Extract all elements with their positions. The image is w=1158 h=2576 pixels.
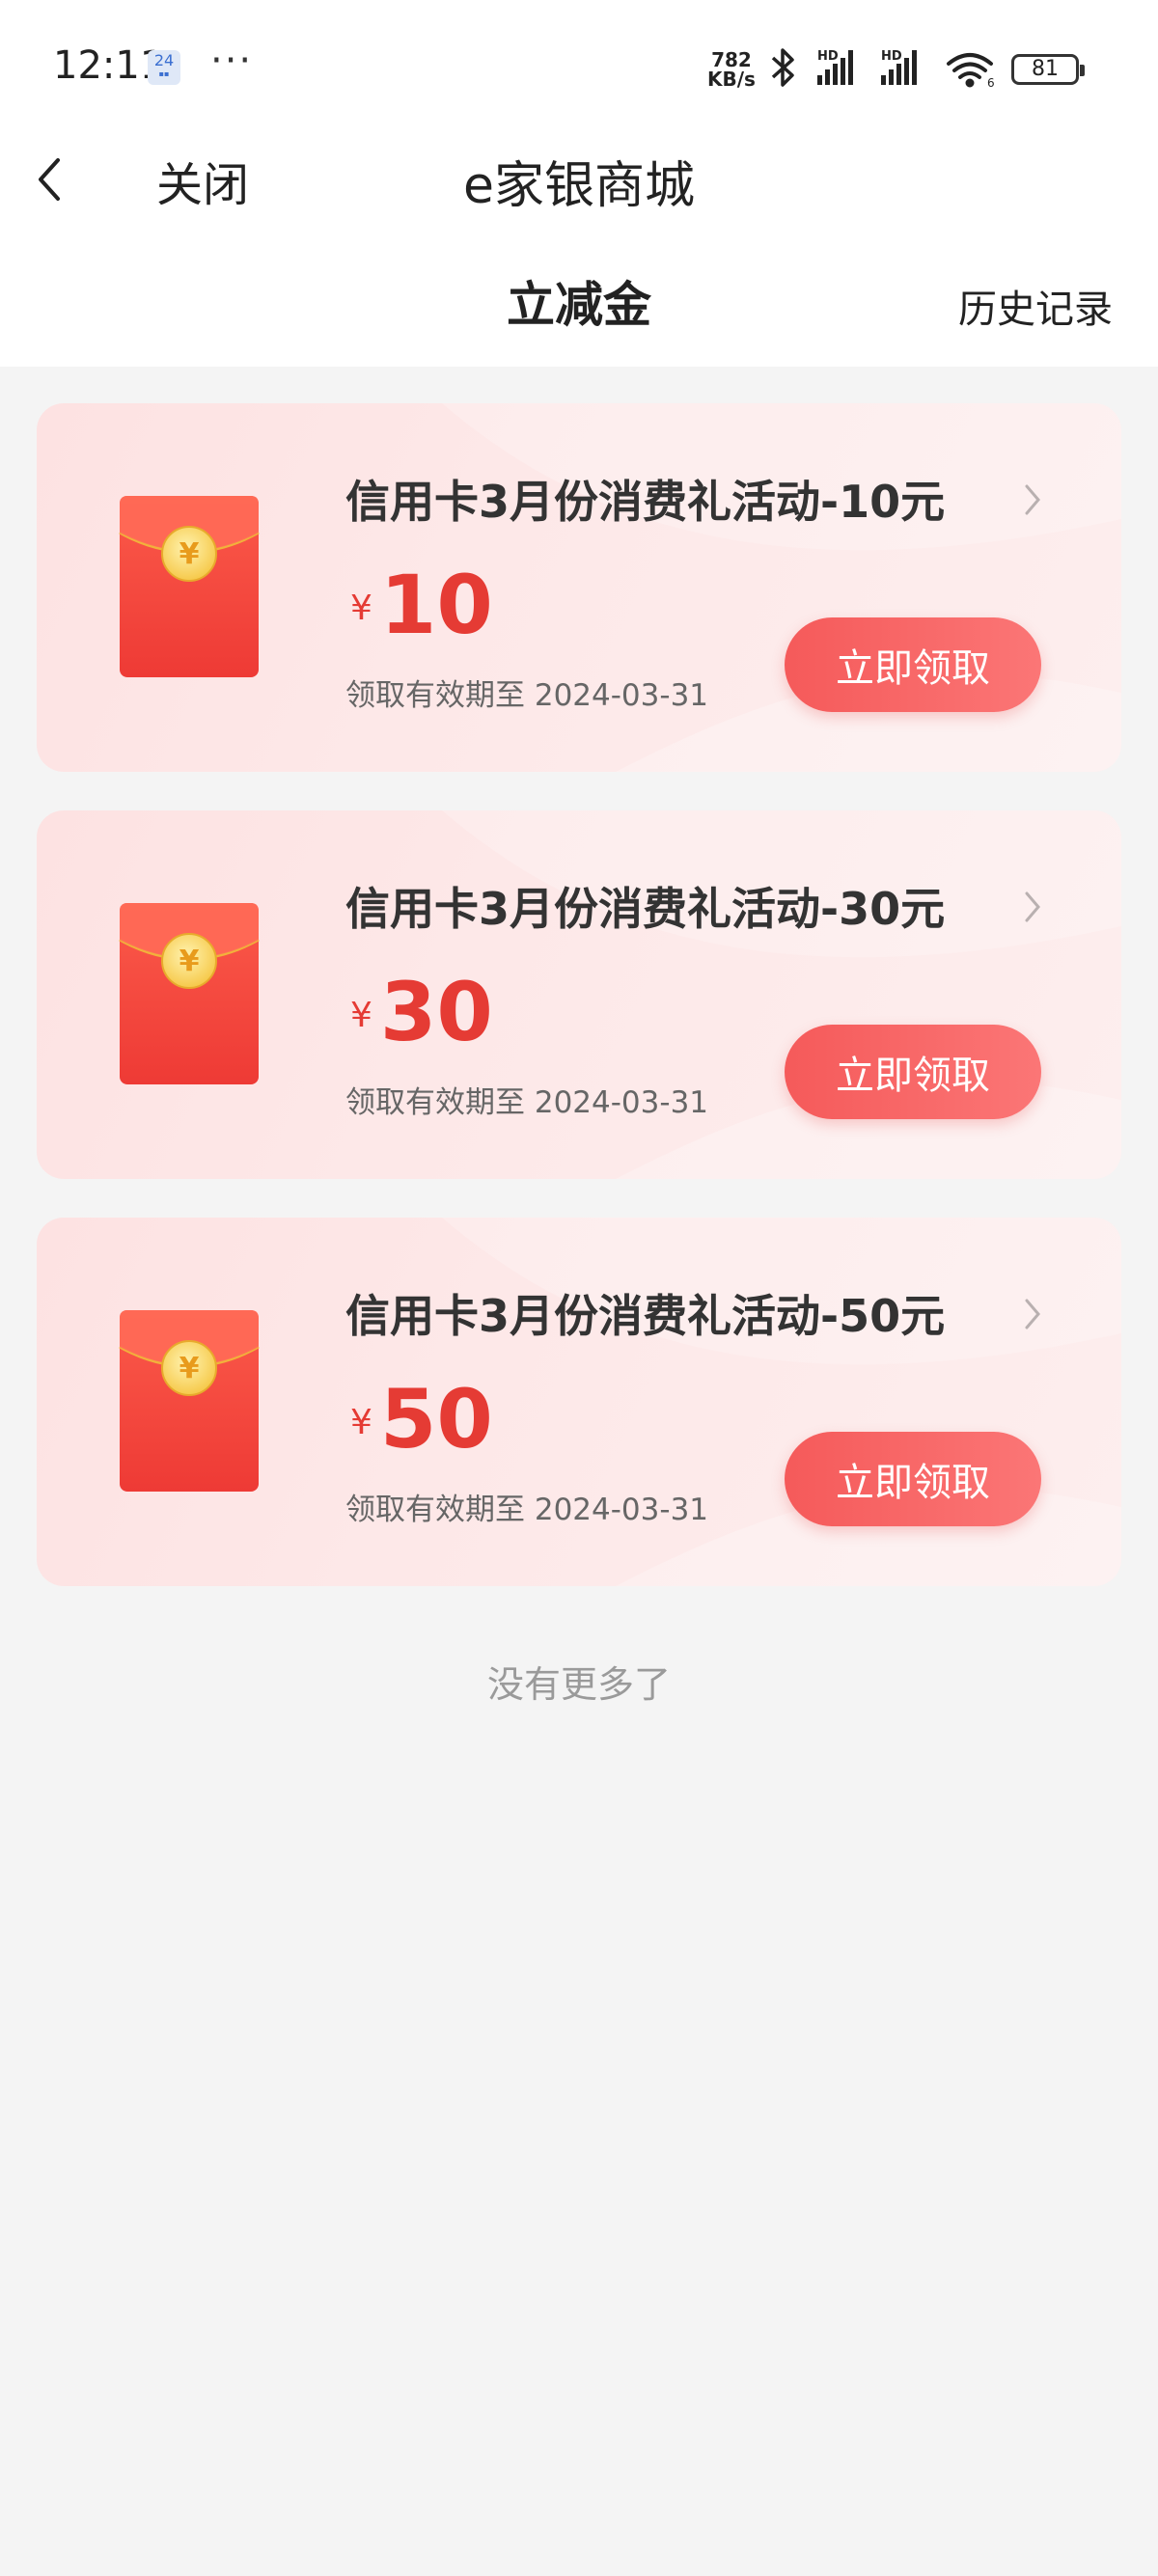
currency-symbol: ¥	[350, 996, 372, 1035]
history-link[interactable]: 历史记录	[958, 278, 1113, 334]
coupon-amount: ¥50	[350, 1372, 493, 1466]
claim-now-button[interactable]: 立即领取	[785, 1432, 1041, 1526]
red-envelope-icon: ¥	[119, 903, 260, 1084]
coupon-amount-value: 30	[379, 965, 493, 1059]
network-speed-unit: KB/s	[707, 68, 756, 91]
coupon-card[interactable]: ¥ 信用卡3月份消费礼活动-10元 ¥10 领取有效期至 2024-03-31 …	[37, 403, 1121, 772]
claim-now-button[interactable]: 立即领取	[785, 1025, 1041, 1119]
coupon-title: 信用卡3月份消费礼活动-10元	[345, 476, 946, 528]
svg-text:6: 6	[987, 76, 995, 89]
svg-text:¥: ¥	[179, 1352, 200, 1385]
currency-symbol: ¥	[350, 1403, 372, 1442]
end-of-list-text: 没有更多了	[486, 1663, 671, 1706]
coupon-title: 信用卡3月份消费礼活动-50元	[345, 1290, 946, 1342]
page-title: e家银商城	[463, 157, 695, 215]
network-speed-value: 782	[711, 48, 752, 71]
coupon-card[interactable]: ¥ 信用卡3月份消费礼活动-30元 ¥30 领取有效期至 2024-03-31 …	[37, 810, 1121, 1179]
chevron-right-icon[interactable]	[1021, 480, 1044, 519]
signal-icon-sim2: HD	[881, 49, 917, 85]
coupon-card[interactable]: ¥ 信用卡3月份消费礼活动-50元 ¥50 领取有效期至 2024-03-31 …	[37, 1218, 1121, 1586]
svg-text:HD: HD	[817, 49, 839, 64]
battery-icon: 81	[1011, 54, 1085, 85]
coupon-amount-value: 10	[379, 558, 493, 652]
calendar-icon: 24 ▪▪	[148, 50, 180, 85]
svg-text:¥: ¥	[179, 945, 200, 978]
coupon-title: 信用卡3月份消费礼活动-30元	[345, 883, 946, 935]
nav-bar: 关闭 e家银商城	[0, 135, 1158, 232]
svg-text:HD: HD	[881, 49, 902, 64]
signal-icon-sim1: HD	[817, 49, 853, 85]
sub-header: 立减金 历史记录	[0, 232, 1158, 367]
battery-level: 81	[1032, 57, 1059, 81]
coupon-expiry: 领取有效期至 2024-03-31	[345, 678, 709, 713]
network-speed: 782 KB/s	[707, 50, 756, 89]
coupon-amount: ¥30	[350, 965, 493, 1059]
calendar-day: 24	[153, 51, 175, 69]
calendar-icon-subtext: ▪▪	[158, 69, 170, 78]
red-envelope-icon: ¥	[119, 496, 260, 677]
chevron-right-icon[interactable]	[1021, 1295, 1044, 1333]
coupon-expiry: 领取有效期至 2024-03-31	[345, 1085, 709, 1120]
red-envelope-icon: ¥	[119, 1310, 260, 1492]
more-notifications-icon: ···	[210, 39, 254, 83]
coupon-amount-value: 50	[379, 1372, 493, 1466]
bluetooth-icon	[771, 48, 794, 87]
coupon-amount: ¥10	[350, 558, 493, 652]
svg-text:¥: ¥	[179, 537, 200, 571]
chevron-right-icon[interactable]	[1021, 888, 1044, 926]
status-bar: 12:11 24 ▪▪ ··· 782 KB/s HD HD 6 81	[0, 0, 1158, 135]
wifi-icon: 6	[947, 53, 995, 89]
currency-symbol: ¥	[350, 589, 372, 628]
coupon-expiry: 领取有效期至 2024-03-31	[345, 1493, 709, 1527]
claim-now-button[interactable]: 立即领取	[785, 617, 1041, 712]
